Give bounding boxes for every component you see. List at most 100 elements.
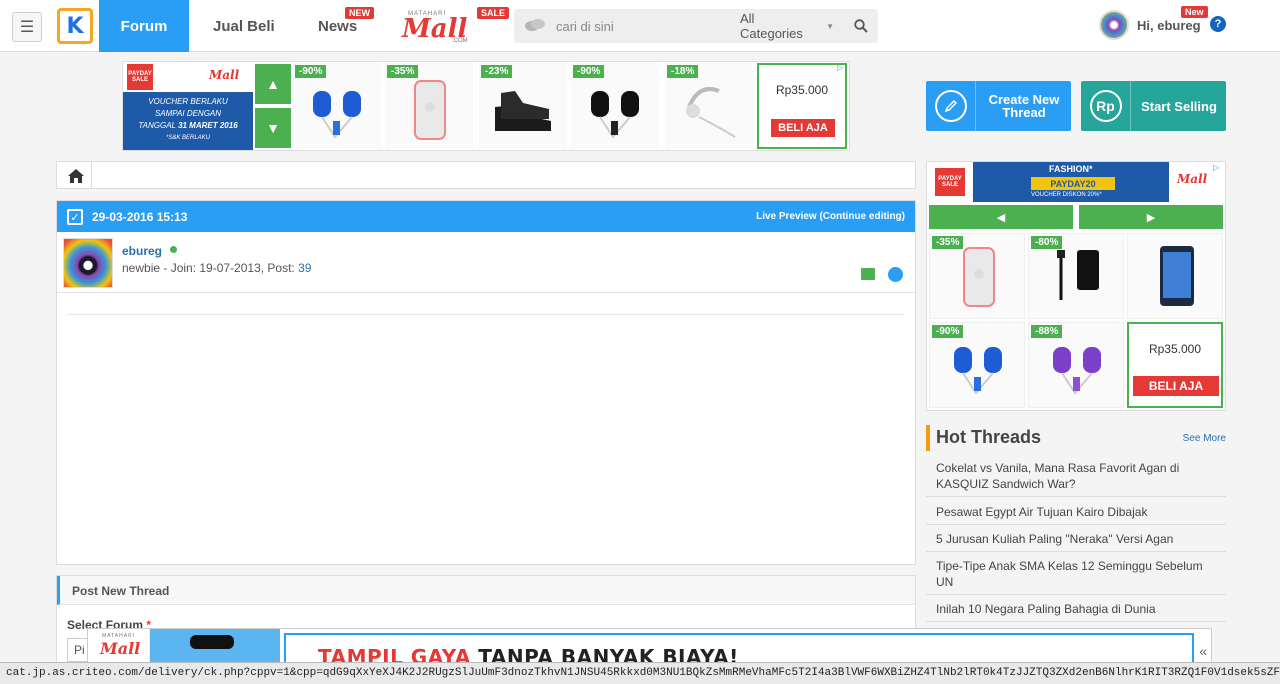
- user-new-badge: New: [1181, 6, 1208, 18]
- home-icon[interactable]: [67, 168, 85, 184]
- top-banner-ad[interactable]: PAYDAY SALE Mall VOUCHER BERLAKU SAMPAI …: [122, 61, 850, 151]
- sidebar-ad-header: PAYDAY SALE FASHION* PAYDAY20 VOUCHER DI…: [927, 162, 1225, 202]
- author-avatar[interactable]: [63, 238, 113, 288]
- search-bar: All Categories ▼: [514, 9, 878, 43]
- start-selling-label: Start Selling: [1141, 98, 1217, 114]
- top-navbar: ☰ K Forum Jual Beli News NEW MATAHARI Ma…: [0, 0, 1280, 52]
- shoe-icon: [495, 91, 551, 131]
- hot-thread-item[interactable]: Tipe-Tipe Anak SMA Kelas 12 Seminggu Seb…: [926, 558, 1226, 595]
- mall-sale-badge: SALE: [477, 7, 510, 19]
- category-select-value: All Categories: [740, 11, 803, 41]
- voucher-line-3: TANGGAL 31 MARET 2016: [127, 120, 249, 132]
- payday-sale-logo: PAYDAY SALE: [127, 64, 153, 90]
- breadcrumb: [56, 161, 916, 189]
- sidebar-next-button[interactable]: ▶: [1079, 205, 1223, 229]
- adchoices-icon[interactable]: ▷: [837, 63, 847, 73]
- rupiah-icon: Rp: [1081, 81, 1131, 131]
- fashion-label: FASHION*: [1049, 164, 1093, 174]
- hot-threads-title: Hot Threads: [936, 427, 1042, 447]
- search-input[interactable]: [556, 11, 736, 41]
- sidebar-product-earphone-purple[interactable]: -88%: [1028, 322, 1124, 408]
- post-new-thread-header: Post New Thread: [57, 576, 915, 605]
- sidebar-ad-left-logo: PAYDAY SALE: [927, 162, 973, 202]
- browser-status-bar: cat.jp.as.criteo.com/delivery/ck.php?cpp…: [0, 662, 1280, 684]
- voucher-line-2: SAMPAI DENGAN: [154, 109, 222, 118]
- banner-top-strip: PAYDAY SALE Mall: [123, 62, 253, 92]
- hot-thread-item[interactable]: 5 Jurusan Kuliah Paling "Neraka" Versi A…: [926, 531, 1226, 552]
- news-new-badge: NEW: [345, 7, 374, 19]
- author-meta: newbie - Join: 19-07-2013, Post: 39: [122, 261, 311, 275]
- pencil-icon: [926, 81, 976, 131]
- hot-thread-item[interactable]: Pesawat Egypt Air Tujuan Kairo Dibajak: [926, 504, 1226, 525]
- sidebar-product-smartphone[interactable]: [1127, 233, 1223, 319]
- menu-icon[interactable]: ☰: [12, 12, 42, 42]
- hot-thread-item[interactable]: Inilah 10 Negara Paling Bahagia di Dunia: [926, 601, 1226, 622]
- help-icon[interactable]: ?: [1210, 16, 1226, 32]
- banner-price-box[interactable]: Rp35.000 BELI AJA: [757, 63, 847, 149]
- caret-down-icon: ▼: [826, 21, 834, 31]
- banner-product-earphone-blue[interactable]: -90%: [293, 63, 381, 149]
- category-select[interactable]: All Categories ▼: [740, 9, 834, 43]
- banner-price: Rp35.000: [775, 83, 829, 97]
- preview-header: ✓ 29-03-2016 15:13 Live Preview (Continu…: [57, 201, 915, 232]
- hot-thread-item[interactable]: Cokelat vs Vanila, Mana Rasa Favorit Aga…: [926, 460, 1226, 497]
- user-greeting[interactable]: Hi, ebureg: [1137, 18, 1201, 33]
- author-meta-text: newbie - Join: 19-07-2013, Post:: [122, 261, 299, 275]
- banner-product-shoes[interactable]: -23%: [479, 63, 567, 149]
- nav-news-label: News: [318, 17, 358, 35]
- banner-voucher-panel: PAYDAY SALE Mall VOUCHER BERLAKU SAMPAI …: [123, 62, 253, 150]
- charger-icon: [1057, 250, 1099, 300]
- banner-mall-logo: Mall: [209, 68, 240, 82]
- checkbox-icon: ✓: [67, 209, 83, 225]
- breadcrumb-divider: [91, 162, 92, 188]
- nav-jual-beli[interactable]: Jual Beli: [213, 0, 275, 52]
- emoticon-icon[interactable]: [888, 267, 903, 282]
- user-avatar[interactable]: [1099, 10, 1129, 40]
- banner-buy-button[interactable]: BELI AJA: [771, 119, 835, 137]
- search-button[interactable]: [844, 9, 878, 43]
- kaskus-logo[interactable]: K: [57, 8, 93, 44]
- float-mall-text: Mall: [100, 639, 141, 658]
- smartphone-icon: [1160, 246, 1194, 306]
- voucher-text: VOUCHER BERLAKU SAMPAI DENGAN TANGGAL 31…: [127, 96, 249, 144]
- create-thread-button[interactable]: Create New Thread: [926, 81, 1071, 131]
- sidebar-payday-logo: PAYDAY SALE: [935, 168, 965, 196]
- start-selling-button[interactable]: Rp Start Selling: [1081, 81, 1226, 131]
- earphone-icon: [1053, 347, 1101, 395]
- voucher-line-3a: TANGGAL: [138, 121, 179, 130]
- matahari-mall-logo[interactable]: MATAHARI Mall .COM: [400, 8, 478, 46]
- sidebar-product-earphone-blue[interactable]: -90%: [929, 322, 1025, 408]
- sidebar-mall-logo: Mall: [1177, 172, 1208, 186]
- post-new-thread-title: Post New Thread: [72, 584, 170, 598]
- voucher-date: 31 MARET 2016: [178, 121, 238, 130]
- banner-product-earphone-black[interactable]: -90%: [571, 63, 659, 149]
- collapse-ad-icon[interactable]: «: [1199, 643, 1207, 659]
- sidebar-ad[interactable]: PAYDAY SALE FASHION* PAYDAY20 VOUCHER DI…: [926, 161, 1226, 411]
- see-more-link[interactable]: See More: [1183, 433, 1226, 444]
- phone-case-icon: [963, 247, 995, 307]
- continue-editing-link[interactable]: Live Preview (Continue editing): [756, 211, 905, 222]
- mall-com-text: .COM: [452, 38, 468, 44]
- post-author-row: ebureg newbie - Join: 19-07-2013, Post: …: [57, 232, 915, 293]
- banner-up-button[interactable]: ▲: [255, 64, 291, 104]
- sidebar-product-charger[interactable]: -80%: [1028, 233, 1124, 319]
- sunglasses-icon: [190, 635, 234, 649]
- banner-product-headset[interactable]: -18%: [665, 63, 753, 149]
- sidebar-prev-button[interactable]: ◀: [929, 205, 1073, 229]
- author-post-count[interactable]: 39: [298, 261, 311, 275]
- adchoices-icon[interactable]: ▷: [1213, 163, 1223, 173]
- banner-down-button[interactable]: ▼: [255, 108, 291, 148]
- sidebar-product-phone-case[interactable]: -35%: [929, 233, 1025, 319]
- voucher-discount-text: VOUCHER DISKON 20%*: [1031, 192, 1102, 198]
- chat-cloud-icon: [524, 18, 546, 34]
- earphone-icon: [954, 347, 1002, 395]
- author-username[interactable]: ebureg: [122, 244, 162, 258]
- cendol-icon[interactable]: [861, 268, 875, 280]
- hot-threads-header: Hot Threads See More: [926, 425, 1226, 451]
- sidebar-price: Rp35.000: [1148, 342, 1202, 356]
- nav-forum[interactable]: Forum: [99, 0, 189, 52]
- banner-product-phone-case[interactable]: -35%: [385, 63, 473, 149]
- sidebar-buy-button[interactable]: BELI AJA: [1133, 376, 1219, 396]
- live-preview-panel: ✓ 29-03-2016 15:13 Live Preview (Continu…: [56, 200, 916, 565]
- sidebar-price-box[interactable]: Rp35.000 BELI AJA: [1127, 322, 1223, 408]
